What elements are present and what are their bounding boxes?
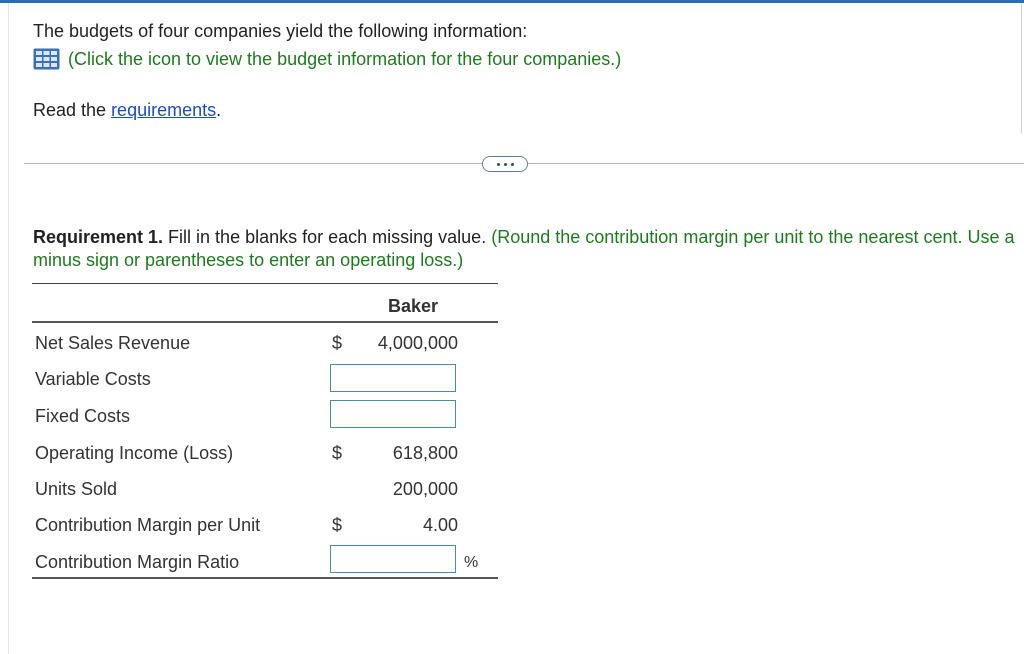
- requirement-label: Requirement 1.: [33, 227, 164, 247]
- requirements-link[interactable]: requirements: [111, 100, 216, 120]
- percent-sign: %: [464, 554, 479, 571]
- row-label-cm-ratio: Contribution Margin Ratio: [35, 552, 240, 572]
- row-label-operating-income: Operating Income (Loss): [35, 443, 234, 463]
- read-prefix: Read the: [33, 100, 112, 120]
- value-cm-per-unit: 4.00: [422, 515, 458, 535]
- top-accent-bar: [0, 0, 1024, 3]
- value-units-sold: 200,000: [392, 479, 458, 499]
- row-label-units-sold: Units Sold: [35, 479, 118, 499]
- grid-table-icon[interactable]: [33, 48, 60, 70]
- more-dots-icon[interactable]: [482, 156, 528, 172]
- read-requirements-line: Read the requirements.: [33, 100, 221, 121]
- row-label-net-sales-revenue: Net Sales Revenue: [35, 333, 191, 353]
- row-label-variable-costs: Variable Costs: [35, 369, 151, 389]
- table-header-rule: [32, 321, 498, 323]
- intro-text: The budgets of four companies yield the …: [33, 21, 528, 41]
- value-net-sales-revenue: 4,000,000: [377, 333, 458, 353]
- variable-costs-input[interactable]: [330, 364, 456, 392]
- column-header-baker: Baker: [388, 296, 439, 316]
- requirement-1-instructions: Requirement 1. Fill in the blanks for ea…: [33, 226, 1018, 272]
- budget-info-link-text[interactable]: (Click the icon to view the budget infor…: [68, 49, 621, 70]
- right-border: [1021, 3, 1022, 133]
- table-bottom-rule: [32, 577, 498, 579]
- requirement-text: Fill in the blanks for each missing valu…: [163, 227, 492, 247]
- table-top-rule: [32, 283, 498, 284]
- read-suffix: .: [216, 100, 222, 120]
- budget-info-link-row[interactable]: (Click the icon to view the budget infor…: [33, 48, 621, 70]
- value-operating-income: 618,800: [392, 443, 458, 463]
- fixed-costs-input[interactable]: [330, 400, 456, 428]
- row-label-cm-per-unit: Contribution Margin per Unit: [35, 515, 261, 535]
- cm-ratio-input[interactable]: [330, 545, 456, 573]
- left-border: [8, 3, 9, 654]
- row-label-fixed-costs: Fixed Costs: [35, 406, 131, 426]
- budget-table: Baker Net Sales Revenue $ 4,000,000 Vari…: [32, 283, 498, 580]
